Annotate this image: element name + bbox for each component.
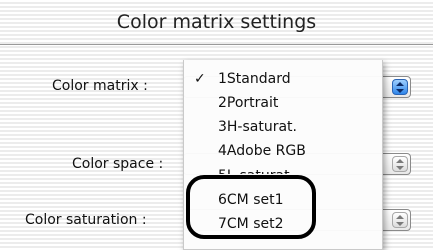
color-saturation-label: Color saturation : [25,212,147,228]
menu-item-label: 2Portrait [218,95,279,111]
menu-item-2portrait[interactable]: 2Portrait [184,92,382,114]
menu-item-label: 3H-saturat. [218,119,297,135]
highlight-outline [186,175,316,239]
up-down-arrows-icon [392,79,408,95]
dialog-title: Color matrix settings [116,11,317,33]
menu-item-5l-saturat[interactable]: 5L-saturat. [184,165,382,174]
menu-item-label: 5L-saturat. [218,165,294,174]
menu-item-label: 4Adobe RGB [218,143,306,159]
up-down-arrows-icon [392,212,408,228]
menu-item-3h-saturat[interactable]: 3H-saturat. [184,116,382,138]
menu-item-1standard[interactable]: ✓ 1Standard [184,68,382,90]
checkmark-icon: ✓ [194,71,206,87]
menu-item-4adobe-rgb[interactable]: 4Adobe RGB [184,140,382,162]
menu-item-label: 1Standard [218,71,291,87]
title-separator [0,44,433,45]
up-down-arrows-icon [392,156,408,172]
color-space-label: Color space : [72,156,164,172]
color-matrix-label: Color matrix : [52,78,148,94]
